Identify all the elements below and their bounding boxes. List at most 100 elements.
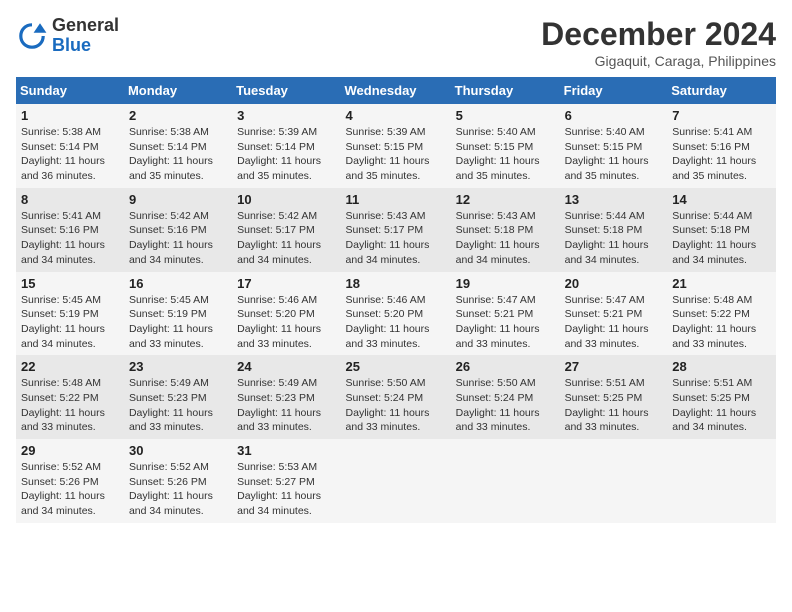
day-info: Sunrise: 5:46 AMSunset: 5:20 PMDaylight:… bbox=[237, 293, 335, 352]
col-header-saturday: Saturday bbox=[667, 77, 776, 104]
day-number: 27 bbox=[565, 359, 663, 374]
page-header: General Blue December 2024 Gigaquit, Car… bbox=[16, 16, 776, 69]
day-info: Sunrise: 5:43 AMSunset: 5:17 PMDaylight:… bbox=[346, 209, 446, 268]
day-info: Sunrise: 5:40 AMSunset: 5:15 PMDaylight:… bbox=[456, 125, 555, 184]
calendar-row: 29 Sunrise: 5:52 AMSunset: 5:26 PMDaylig… bbox=[16, 439, 776, 523]
day-number: 14 bbox=[672, 192, 771, 207]
calendar-cell bbox=[451, 439, 560, 523]
day-number: 1 bbox=[21, 108, 119, 123]
day-info: Sunrise: 5:44 AMSunset: 5:18 PMDaylight:… bbox=[672, 209, 771, 268]
calendar-row: 22 Sunrise: 5:48 AMSunset: 5:22 PMDaylig… bbox=[16, 355, 776, 439]
title-block: December 2024 Gigaquit, Caraga, Philippi… bbox=[541, 16, 776, 69]
logo-text: General Blue bbox=[52, 16, 119, 56]
calendar-row: 15 Sunrise: 5:45 AMSunset: 5:19 PMDaylig… bbox=[16, 272, 776, 356]
calendar-cell: 28 Sunrise: 5:51 AMSunset: 5:25 PMDaylig… bbox=[667, 355, 776, 439]
calendar-cell: 23 Sunrise: 5:49 AMSunset: 5:23 PMDaylig… bbox=[124, 355, 232, 439]
logo-icon bbox=[16, 20, 48, 52]
day-info: Sunrise: 5:45 AMSunset: 5:19 PMDaylight:… bbox=[129, 293, 227, 352]
day-number: 9 bbox=[129, 192, 227, 207]
calendar-cell: 30 Sunrise: 5:52 AMSunset: 5:26 PMDaylig… bbox=[124, 439, 232, 523]
day-info: Sunrise: 5:50 AMSunset: 5:24 PMDaylight:… bbox=[346, 376, 446, 435]
day-number: 26 bbox=[456, 359, 555, 374]
calendar-cell: 29 Sunrise: 5:52 AMSunset: 5:26 PMDaylig… bbox=[16, 439, 124, 523]
col-header-monday: Monday bbox=[124, 77, 232, 104]
day-number: 4 bbox=[346, 108, 446, 123]
calendar-cell: 15 Sunrise: 5:45 AMSunset: 5:19 PMDaylig… bbox=[16, 272, 124, 356]
calendar-cell: 26 Sunrise: 5:50 AMSunset: 5:24 PMDaylig… bbox=[451, 355, 560, 439]
day-number: 12 bbox=[456, 192, 555, 207]
day-number: 29 bbox=[21, 443, 119, 458]
header-row: SundayMondayTuesdayWednesdayThursdayFrid… bbox=[16, 77, 776, 104]
day-info: Sunrise: 5:38 AMSunset: 5:14 PMDaylight:… bbox=[21, 125, 119, 184]
day-info: Sunrise: 5:50 AMSunset: 5:24 PMDaylight:… bbox=[456, 376, 555, 435]
day-info: Sunrise: 5:53 AMSunset: 5:27 PMDaylight:… bbox=[237, 460, 335, 519]
day-info: Sunrise: 5:38 AMSunset: 5:14 PMDaylight:… bbox=[129, 125, 227, 184]
col-header-wednesday: Wednesday bbox=[341, 77, 451, 104]
day-number: 31 bbox=[237, 443, 335, 458]
calendar-cell: 27 Sunrise: 5:51 AMSunset: 5:25 PMDaylig… bbox=[560, 355, 668, 439]
day-number: 24 bbox=[237, 359, 335, 374]
day-number: 28 bbox=[672, 359, 771, 374]
calendar-cell: 22 Sunrise: 5:48 AMSunset: 5:22 PMDaylig… bbox=[16, 355, 124, 439]
calendar-cell: 18 Sunrise: 5:46 AMSunset: 5:20 PMDaylig… bbox=[341, 272, 451, 356]
calendar-row: 8 Sunrise: 5:41 AMSunset: 5:16 PMDayligh… bbox=[16, 188, 776, 272]
day-info: Sunrise: 5:46 AMSunset: 5:20 PMDaylight:… bbox=[346, 293, 446, 352]
day-info: Sunrise: 5:39 AMSunset: 5:14 PMDaylight:… bbox=[237, 125, 335, 184]
calendar-cell: 21 Sunrise: 5:48 AMSunset: 5:22 PMDaylig… bbox=[667, 272, 776, 356]
day-number: 16 bbox=[129, 276, 227, 291]
day-info: Sunrise: 5:45 AMSunset: 5:19 PMDaylight:… bbox=[21, 293, 119, 352]
month-title: December 2024 bbox=[541, 16, 776, 53]
calendar-cell: 5 Sunrise: 5:40 AMSunset: 5:15 PMDayligh… bbox=[451, 104, 560, 188]
day-info: Sunrise: 5:52 AMSunset: 5:26 PMDaylight:… bbox=[129, 460, 227, 519]
day-info: Sunrise: 5:41 AMSunset: 5:16 PMDaylight:… bbox=[21, 209, 119, 268]
calendar-cell: 3 Sunrise: 5:39 AMSunset: 5:14 PMDayligh… bbox=[232, 104, 340, 188]
calendar-cell: 25 Sunrise: 5:50 AMSunset: 5:24 PMDaylig… bbox=[341, 355, 451, 439]
day-number: 22 bbox=[21, 359, 119, 374]
calendar-cell bbox=[341, 439, 451, 523]
calendar-cell: 31 Sunrise: 5:53 AMSunset: 5:27 PMDaylig… bbox=[232, 439, 340, 523]
calendar-cell bbox=[560, 439, 668, 523]
calendar-cell: 9 Sunrise: 5:42 AMSunset: 5:16 PMDayligh… bbox=[124, 188, 232, 272]
day-info: Sunrise: 5:41 AMSunset: 5:16 PMDaylight:… bbox=[672, 125, 771, 184]
calendar-cell: 8 Sunrise: 5:41 AMSunset: 5:16 PMDayligh… bbox=[16, 188, 124, 272]
day-info: Sunrise: 5:49 AMSunset: 5:23 PMDaylight:… bbox=[129, 376, 227, 435]
day-info: Sunrise: 5:51 AMSunset: 5:25 PMDaylight:… bbox=[672, 376, 771, 435]
calendar-cell: 6 Sunrise: 5:40 AMSunset: 5:15 PMDayligh… bbox=[560, 104, 668, 188]
day-info: Sunrise: 5:49 AMSunset: 5:23 PMDaylight:… bbox=[237, 376, 335, 435]
day-number: 5 bbox=[456, 108, 555, 123]
day-number: 30 bbox=[129, 443, 227, 458]
calendar-cell bbox=[667, 439, 776, 523]
day-number: 10 bbox=[237, 192, 335, 207]
col-header-tuesday: Tuesday bbox=[232, 77, 340, 104]
day-number: 25 bbox=[346, 359, 446, 374]
location-subtitle: Gigaquit, Caraga, Philippines bbox=[541, 53, 776, 69]
day-info: Sunrise: 5:48 AMSunset: 5:22 PMDaylight:… bbox=[672, 293, 771, 352]
day-info: Sunrise: 5:42 AMSunset: 5:16 PMDaylight:… bbox=[129, 209, 227, 268]
day-number: 20 bbox=[565, 276, 663, 291]
day-number: 23 bbox=[129, 359, 227, 374]
day-number: 8 bbox=[21, 192, 119, 207]
calendar-cell: 19 Sunrise: 5:47 AMSunset: 5:21 PMDaylig… bbox=[451, 272, 560, 356]
calendar-cell: 24 Sunrise: 5:49 AMSunset: 5:23 PMDaylig… bbox=[232, 355, 340, 439]
calendar-cell: 4 Sunrise: 5:39 AMSunset: 5:15 PMDayligh… bbox=[341, 104, 451, 188]
day-info: Sunrise: 5:42 AMSunset: 5:17 PMDaylight:… bbox=[237, 209, 335, 268]
day-number: 2 bbox=[129, 108, 227, 123]
day-number: 19 bbox=[456, 276, 555, 291]
calendar-cell: 16 Sunrise: 5:45 AMSunset: 5:19 PMDaylig… bbox=[124, 272, 232, 356]
day-info: Sunrise: 5:52 AMSunset: 5:26 PMDaylight:… bbox=[21, 460, 119, 519]
day-info: Sunrise: 5:40 AMSunset: 5:15 PMDaylight:… bbox=[565, 125, 663, 184]
calendar-cell: 11 Sunrise: 5:43 AMSunset: 5:17 PMDaylig… bbox=[341, 188, 451, 272]
day-info: Sunrise: 5:44 AMSunset: 5:18 PMDaylight:… bbox=[565, 209, 663, 268]
day-number: 3 bbox=[237, 108, 335, 123]
day-info: Sunrise: 5:43 AMSunset: 5:18 PMDaylight:… bbox=[456, 209, 555, 268]
calendar-row: 1 Sunrise: 5:38 AMSunset: 5:14 PMDayligh… bbox=[16, 104, 776, 188]
day-info: Sunrise: 5:47 AMSunset: 5:21 PMDaylight:… bbox=[565, 293, 663, 352]
day-number: 7 bbox=[672, 108, 771, 123]
day-number: 21 bbox=[672, 276, 771, 291]
col-header-thursday: Thursday bbox=[451, 77, 560, 104]
day-number: 15 bbox=[21, 276, 119, 291]
day-info: Sunrise: 5:47 AMSunset: 5:21 PMDaylight:… bbox=[456, 293, 555, 352]
calendar-table: SundayMondayTuesdayWednesdayThursdayFrid… bbox=[16, 77, 776, 523]
calendar-cell: 10 Sunrise: 5:42 AMSunset: 5:17 PMDaylig… bbox=[232, 188, 340, 272]
calendar-cell: 17 Sunrise: 5:46 AMSunset: 5:20 PMDaylig… bbox=[232, 272, 340, 356]
